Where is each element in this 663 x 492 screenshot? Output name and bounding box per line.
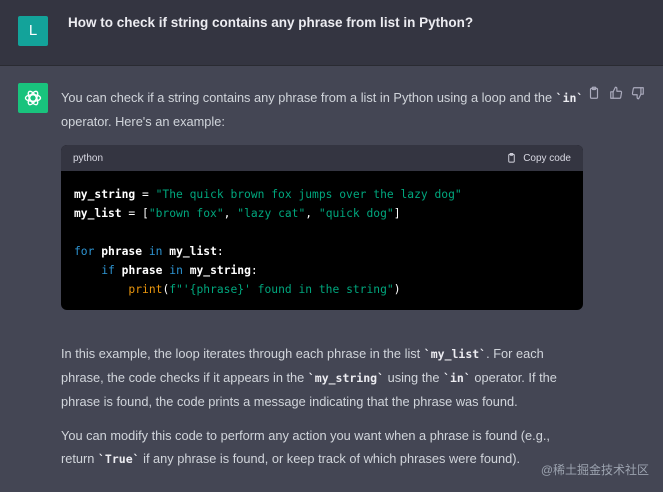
message-actions	[587, 86, 645, 100]
thumbs-down-icon[interactable]	[631, 86, 645, 100]
watermark: @稀土掘金技术社区	[540, 463, 649, 477]
code-line: print(f"'{phrase}' found in the string")	[128, 283, 401, 296]
answer-paragraph-explanation: In this example, the loop iterates throu…	[61, 346, 557, 409]
code-language-label: python	[73, 152, 104, 164]
answer-paragraph-intro: You can check if a string contains any p…	[61, 90, 584, 129]
answer-paragraph-modify: You can modify this code to perform any …	[61, 428, 550, 466]
code-block-header: python Copy code	[61, 145, 583, 171]
clipboard-icon	[508, 152, 515, 163]
inline-code: `in`	[555, 91, 584, 105]
inline-code: `my_string`	[307, 371, 385, 385]
inline-code: `True`	[98, 452, 140, 466]
chatgpt-avatar	[18, 83, 48, 113]
copy-code-label: Copy code	[523, 152, 571, 164]
thumbs-up-icon[interactable]	[609, 86, 623, 100]
code-line: for phrase in my_list:	[74, 245, 224, 258]
inline-code: `my_list`	[423, 347, 487, 361]
assistant-message-row: You can check if a string contains any p…	[0, 66, 663, 492]
user-message-row: L How to check if string contains any ph…	[0, 0, 663, 66]
copy-code-button[interactable]: Copy code	[506, 152, 571, 164]
openai-logo-icon	[24, 90, 42, 106]
code-line: if phrase in my_string:	[101, 264, 258, 277]
inline-code: `in`	[443, 371, 471, 385]
code-line: my_list = ["brown fox", "lazy cat", "qui…	[74, 207, 401, 220]
code-content: my_string = "The quick brown fox jumps o…	[61, 171, 583, 310]
user-message-text: How to check if string contains any phra…	[68, 15, 474, 30]
code-block: python Copy code my_string = "The quick …	[61, 145, 583, 310]
clipboard-icon[interactable]	[587, 86, 601, 100]
user-avatar: L	[18, 16, 48, 46]
code-line: my_string = "The quick brown fox jumps o…	[74, 188, 462, 201]
